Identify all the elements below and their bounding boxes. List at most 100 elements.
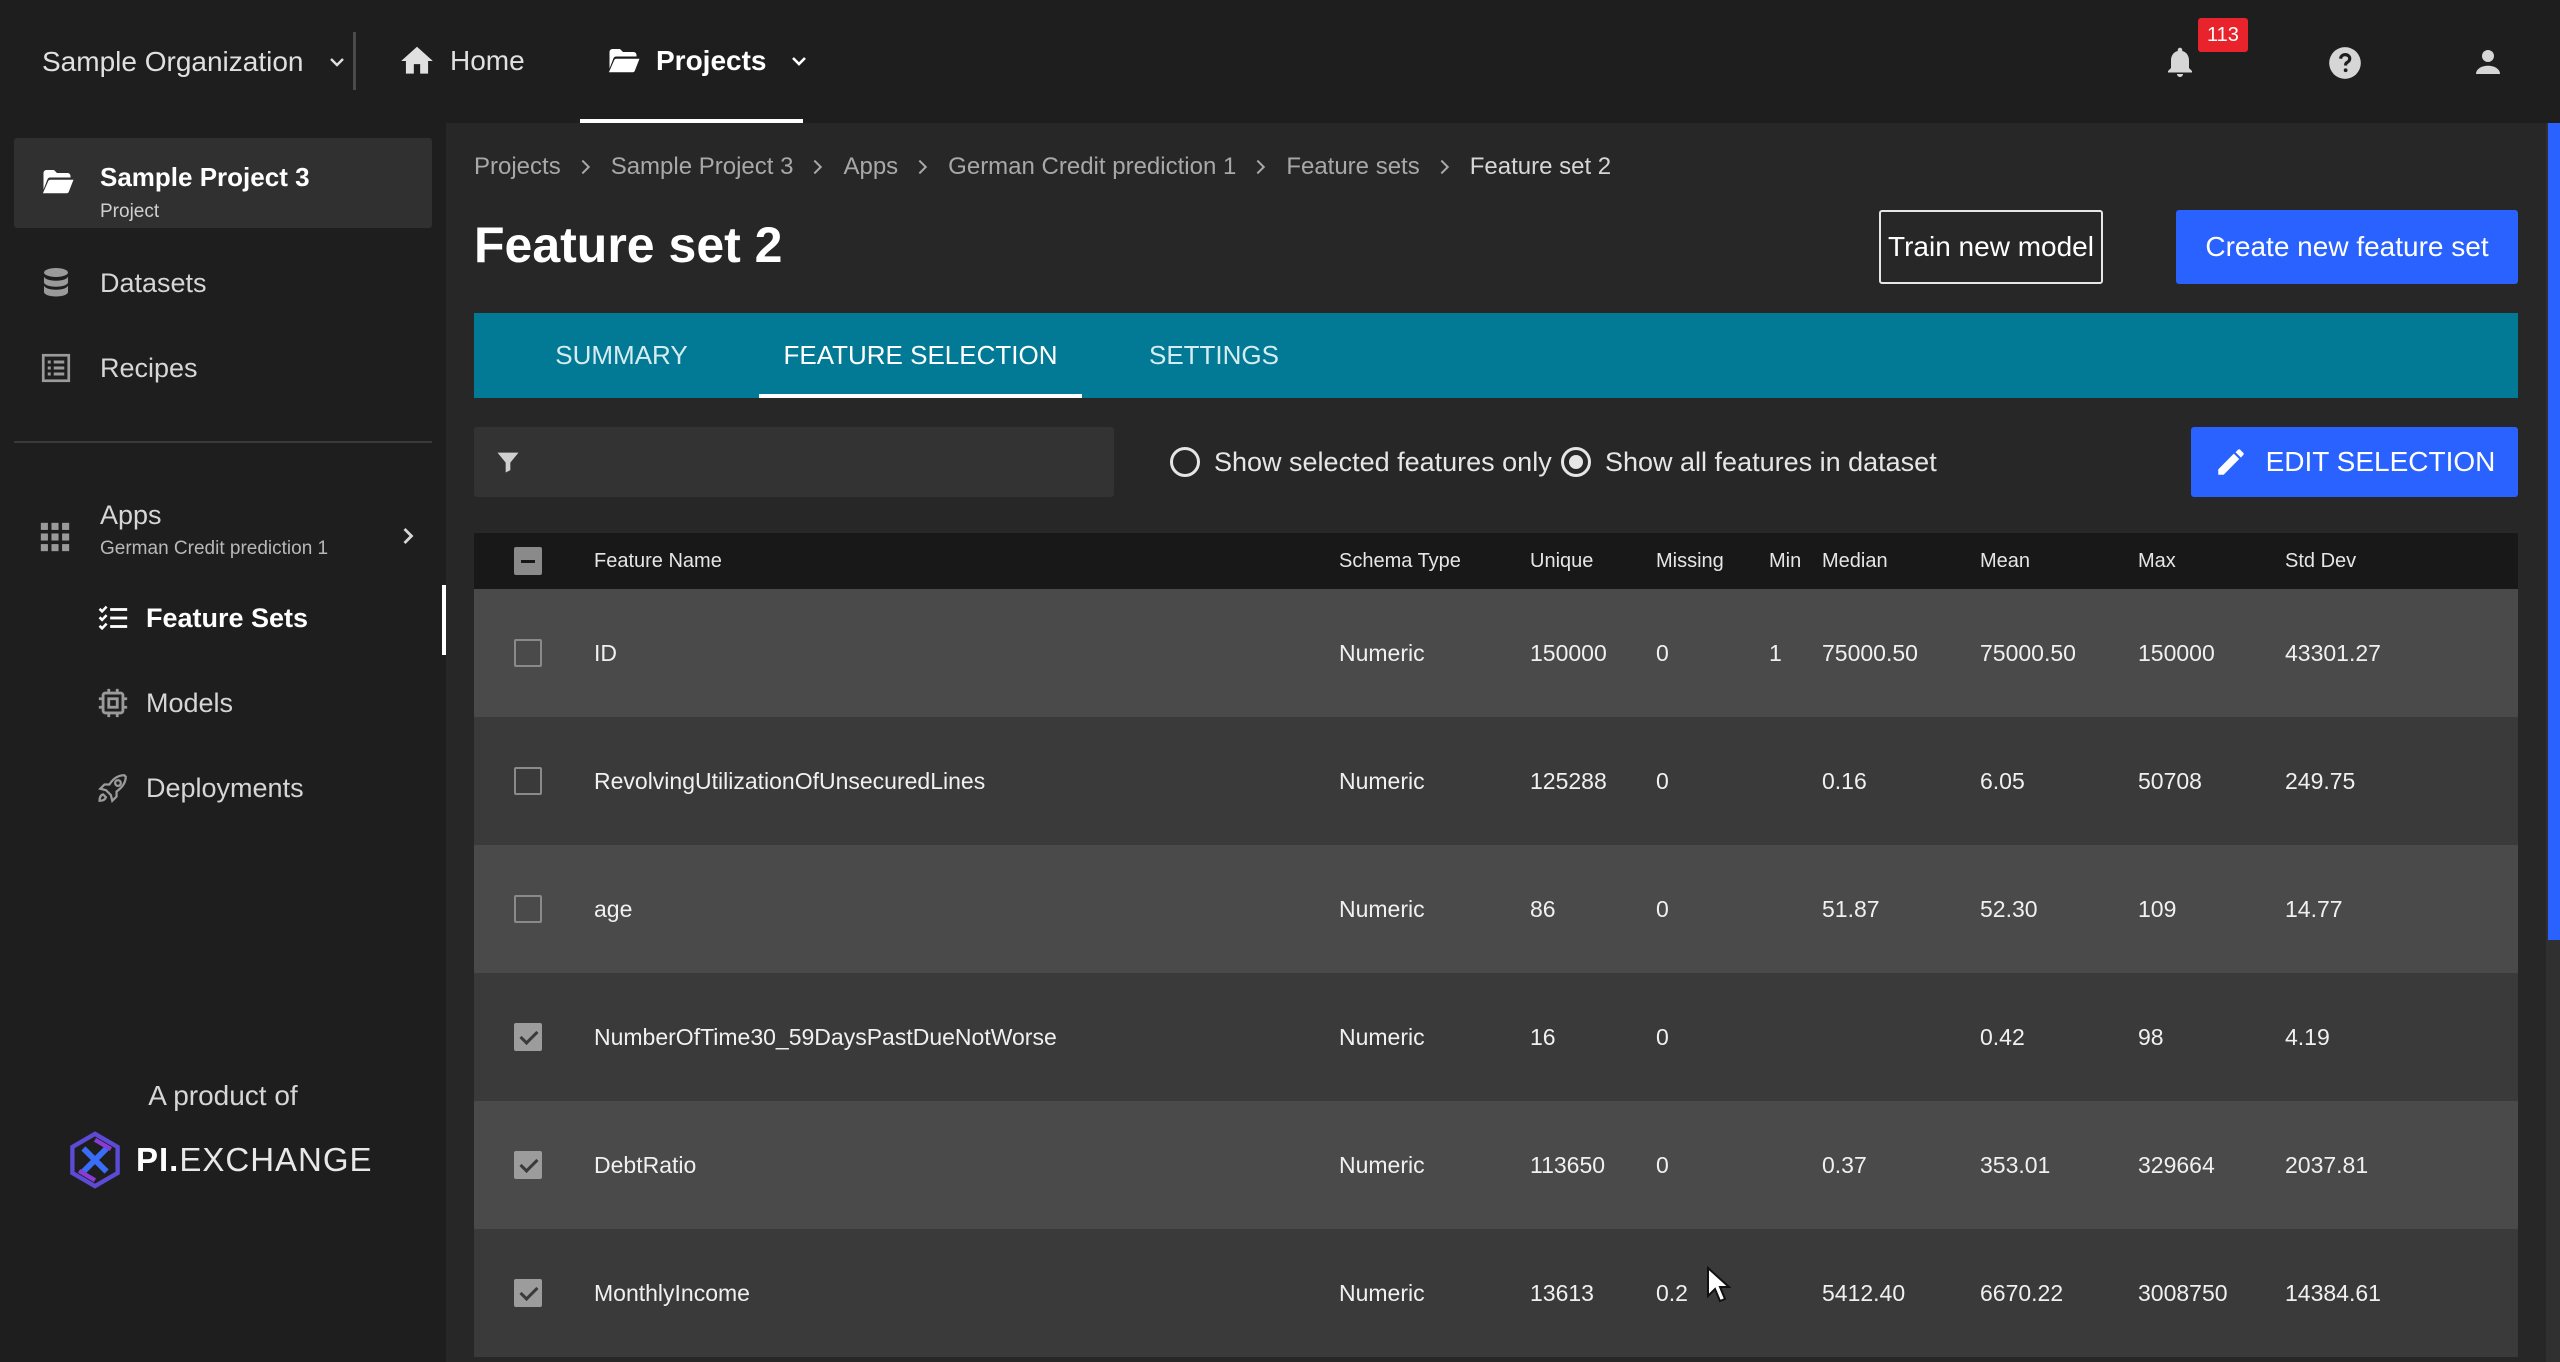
nav-projects[interactable]: Projects xyxy=(580,0,806,123)
cell-median: 0.37 xyxy=(1822,1151,1867,1178)
tab-summary[interactable]: SUMMARY xyxy=(524,313,719,398)
sidebar-item-deployments[interactable]: Deployments xyxy=(96,771,304,805)
table-header: Feature Name Schema Type Unique Missing … xyxy=(474,533,2518,589)
sidebar-item-apps[interactable]: Apps German Credit prediction 1 xyxy=(38,496,418,576)
radio-label: Show all features in dataset xyxy=(1605,446,1937,477)
product-of-text: A product of xyxy=(148,1080,298,1111)
cell-type: Numeric xyxy=(1339,767,1425,794)
breadcrumb-item[interactable]: Feature sets xyxy=(1286,153,1419,181)
chevron-right-icon xyxy=(1440,159,1449,175)
column-header[interactable]: Unique xyxy=(1530,533,1593,589)
tab-bar: SUMMARY FEATURE SELECTION SETTINGS xyxy=(474,313,2518,398)
chevron-right-icon xyxy=(918,159,928,175)
cell-unique: 86 xyxy=(1530,895,1556,922)
sidebar-item-label: Feature Sets xyxy=(146,602,309,633)
account-icon[interactable] xyxy=(2470,44,2506,80)
table-row[interactable]: MonthlyIncome Numeric 13613 0.2 5412.40 6670.… xyxy=(474,1229,2518,1357)
sidebar-item-models[interactable]: Models xyxy=(96,686,233,720)
chip-icon xyxy=(98,688,128,718)
chevron-down-icon[interactable] xyxy=(787,49,811,73)
apps-label: Apps xyxy=(100,500,162,530)
chevron-right-icon xyxy=(814,159,823,175)
chevron-right-icon xyxy=(581,159,590,175)
sidebar-item-label: Models xyxy=(146,687,234,718)
breadcrumb-current: Feature set 2 xyxy=(1469,153,1612,180)
sidebar-item-recipes[interactable]: Recipes xyxy=(38,350,198,386)
column-header[interactable]: Min xyxy=(1769,533,1801,589)
table-row[interactable]: RevolvingUtilizationOfUnsecuredLines Nume… xyxy=(474,717,2518,845)
radio-circle[interactable] xyxy=(1170,447,1200,477)
select-all-checkbox[interactable] xyxy=(514,547,542,575)
cell-median: 51.87 xyxy=(1822,895,1880,922)
cell-max: 3008750 xyxy=(2138,1279,2228,1306)
cell-std: 2037.81 xyxy=(2285,1151,2369,1178)
filter-input[interactable] xyxy=(474,427,1114,497)
tab-label: FEATURE SELECTION xyxy=(783,340,1058,370)
row-checkbox[interactable] xyxy=(514,895,542,923)
column-header[interactable]: Missing xyxy=(1656,533,1724,589)
cell-type: Numeric xyxy=(1339,895,1425,922)
nav-home[interactable]: Home xyxy=(398,38,525,84)
column-header[interactable]: Feature Name xyxy=(594,533,722,589)
row-checkbox[interactable] xyxy=(514,1151,542,1179)
row-checkbox[interactable] xyxy=(514,1279,542,1307)
cell-max: 109 xyxy=(2138,895,2177,922)
help-icon[interactable] xyxy=(2326,44,2364,82)
breadcrumb-item[interactable]: Sample Project 3 xyxy=(611,153,794,181)
sidebar-item-label: Datasets xyxy=(100,267,207,298)
table-row[interactable]: NumberOfTime30_59DaysPastDueNotWorse Nume… xyxy=(474,973,2518,1101)
mouse-cursor-icon xyxy=(1707,1266,1732,1303)
tab-feature-selection[interactable]: FEATURE SELECTION xyxy=(759,313,1082,398)
table-row[interactable]: DebtRatio Numeric 113650 0 0.37 353.01 329664 2… xyxy=(474,1101,2518,1229)
sidebar-item-label: Recipes xyxy=(100,352,198,383)
scrollbar-thumb[interactable] xyxy=(2548,123,2560,940)
column-header[interactable]: Median xyxy=(1822,533,1888,589)
checklist-icon xyxy=(98,605,128,631)
column-header[interactable]: Schema Type xyxy=(1339,533,1461,589)
cell-max: 50708 xyxy=(2138,767,2202,794)
cell-name: RevolvingUtilizationOfUnsecuredLines xyxy=(594,767,986,794)
train-new-model-button[interactable]: Train new model xyxy=(1879,210,2103,284)
row-checkbox[interactable] xyxy=(514,1023,542,1051)
cell-missing: 0.2 xyxy=(1656,1279,1688,1306)
rocket-icon xyxy=(98,774,127,803)
table-row[interactable]: age Numeric 86 0 51.87 52.30 109 14.77 xyxy=(474,845,2518,973)
cell-median: 75000.50 xyxy=(1822,639,1918,666)
cell-missing: 0 xyxy=(1656,1023,1669,1050)
cell-missing: 0 xyxy=(1656,895,1669,922)
notification-bell-icon[interactable] xyxy=(2162,44,2198,80)
breadcrumb-item[interactable]: Apps xyxy=(843,153,898,181)
row-checkbox[interactable] xyxy=(514,639,542,667)
cell-name: age xyxy=(594,895,633,922)
sidebar-item-datasets[interactable]: Datasets xyxy=(38,265,207,301)
cell-median: 5412.40 xyxy=(1822,1279,1906,1306)
row-checkbox[interactable] xyxy=(514,767,542,795)
cell-max: 98 xyxy=(2138,1023,2164,1050)
radio-selected-only[interactable]: Show selected features only xyxy=(1170,444,1552,480)
edit-selection-button[interactable]: EDIT SELECTION xyxy=(2191,427,2518,497)
create-feature-set-button[interactable]: Create new feature set xyxy=(2176,210,2518,284)
chevron-right-icon xyxy=(403,528,414,544)
org-switcher[interactable]: Sample Organization xyxy=(42,40,349,84)
sidebar-item-feature-sets[interactable]: Feature Sets xyxy=(96,601,308,635)
cell-mean: 6670.22 xyxy=(1980,1279,2064,1306)
breadcrumb-item[interactable]: Projects xyxy=(474,153,561,181)
top-bar: Sample Organization Home Projects 113 xyxy=(0,0,2560,123)
cell-mean: 52.30 xyxy=(1980,895,2038,922)
table-row[interactable]: ID Numeric 150000 0 1 75000.50 75000.50 150000 4… xyxy=(474,589,2518,717)
notification-badge[interactable]: 113 xyxy=(2198,18,2248,52)
column-header[interactable]: Std Dev xyxy=(2285,533,2356,589)
column-header[interactable]: Max xyxy=(2138,533,2176,589)
cell-unique: 13613 xyxy=(1530,1279,1594,1306)
cell-name: NumberOfTime30_59DaysPastDueNotWorse xyxy=(594,1023,1057,1050)
cell-median: 0.16 xyxy=(1822,767,1867,794)
chevron-down-icon xyxy=(330,58,345,67)
tab-label: SETTINGS xyxy=(1148,340,1279,370)
radio-show-all[interactable]: Show all features in dataset xyxy=(1561,444,1937,480)
breadcrumb-item[interactable]: German Credit prediction 1 xyxy=(948,153,1236,181)
product-credit: A product of xyxy=(0,1080,446,1112)
tab-settings[interactable]: SETTINGS xyxy=(1124,313,1304,398)
column-header[interactable]: Mean xyxy=(1980,533,2030,589)
current-project-card[interactable]: Sample Project 3 Project xyxy=(14,138,432,228)
radio-circle-checked[interactable] xyxy=(1561,447,1591,477)
